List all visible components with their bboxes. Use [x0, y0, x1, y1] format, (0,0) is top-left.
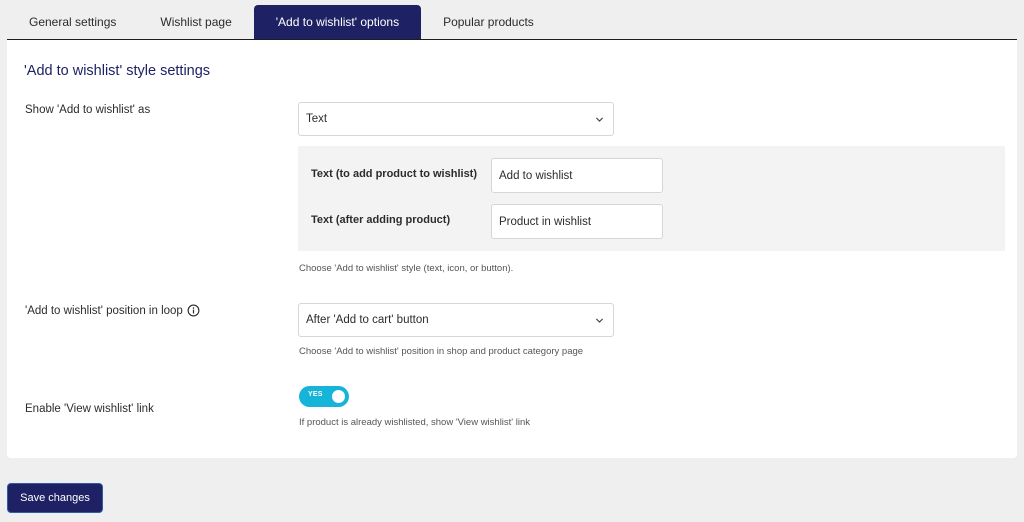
tab-general-settings[interactable]: General settings: [7, 5, 138, 39]
settings-panel: 'Add to wishlist' style settings Show 'A…: [7, 40, 1017, 458]
view-link-toggle[interactable]: YES: [299, 386, 349, 407]
show-as-label: Show 'Add to wishlist' as: [25, 104, 150, 116]
section-title: 'Add to wishlist' style settings: [24, 63, 211, 79]
position-label-text: 'Add to wishlist' position in loop: [25, 304, 183, 317]
show-as-label-text: Show 'Add to wishlist' as: [25, 104, 151, 116]
position-selected-value: After 'Add to cart' button: [306, 314, 429, 326]
view-link-label-text: Enable 'View wishlist' link: [25, 403, 154, 415]
toggle-knob: [332, 390, 345, 403]
text-options-subpanel: Text (to add product to wishlist) Text (…: [298, 146, 1005, 251]
position-help: Choose 'Add to wishlist' position in sho…: [299, 346, 584, 357]
view-link-label: Enable 'View wishlist' link: [25, 403, 154, 415]
settings-tabs: General settings Wishlist page 'Add to w…: [7, 5, 1017, 40]
position-label: 'Add to wishlist' position in loop: [25, 304, 200, 317]
tab-popular-products[interactable]: Popular products: [421, 5, 556, 39]
tab-wishlist-page[interactable]: Wishlist page: [138, 5, 253, 39]
show-as-selected-value: Text: [306, 113, 328, 125]
show-as-help: Choose 'Add to wishlist' style (text, ic…: [299, 263, 514, 274]
chevron-down-icon: [595, 116, 604, 122]
after-text-input[interactable]: [491, 204, 663, 239]
add-text-label: Text (to add product to wishlist): [311, 168, 478, 180]
save-changes-button[interactable]: Save changes: [7, 483, 103, 513]
view-link-help: If product is already wishlisted, show '…: [299, 417, 531, 428]
toggle-state-label: YES: [308, 391, 323, 398]
info-icon[interactable]: [187, 304, 200, 317]
chevron-down-icon: [595, 317, 604, 323]
position-select[interactable]: After 'Add to cart' button: [298, 303, 614, 337]
show-as-select[interactable]: Text: [298, 102, 614, 136]
add-text-input[interactable]: [491, 158, 663, 193]
tab-add-to-wishlist-options[interactable]: 'Add to wishlist' options: [253, 5, 422, 39]
after-text-label: Text (after adding product): [311, 214, 451, 226]
